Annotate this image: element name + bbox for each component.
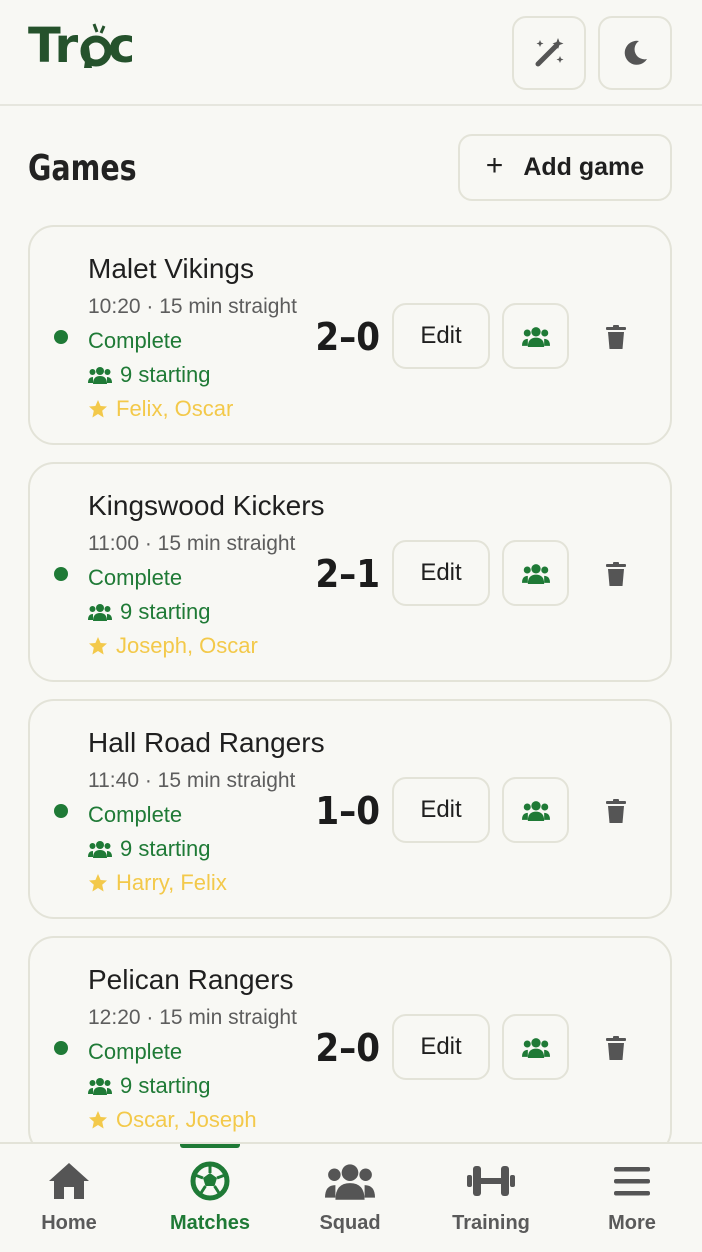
game-opponent: Malet Vikings bbox=[88, 253, 255, 284]
menu-icon bbox=[614, 1167, 650, 1196]
starting-label: 9 starting bbox=[120, 362, 211, 387]
nav-label: Home bbox=[41, 1212, 97, 1234]
starting-count: 9 starting bbox=[88, 362, 211, 388]
player-of-match: Joseph, Oscar bbox=[88, 633, 258, 659]
game-opponent: Hall Road Rangers bbox=[88, 727, 325, 758]
status-dot bbox=[54, 330, 68, 344]
users-icon bbox=[88, 1078, 112, 1095]
game-score: 1–0 bbox=[315, 789, 380, 833]
game-opponent: Kingswood Kickers bbox=[88, 490, 325, 521]
game-card[interactable]: Hall Road Rangers 11:40 · 15 min straigh… bbox=[28, 699, 672, 919]
lineup-button[interactable] bbox=[502, 303, 569, 369]
edit-button[interactable]: Edit bbox=[392, 777, 490, 843]
game-status: Complete bbox=[88, 1039, 183, 1064]
edit-button[interactable]: Edit bbox=[392, 540, 490, 606]
starting-label: 9 starting bbox=[120, 836, 211, 861]
delete-button[interactable] bbox=[594, 556, 638, 592]
page-title: Games bbox=[28, 148, 137, 189]
star-icon bbox=[89, 400, 107, 418]
app-logo[interactable]: Tr c bbox=[28, 18, 132, 74]
home-icon bbox=[49, 1163, 89, 1199]
nav-label: Squad bbox=[319, 1212, 381, 1234]
magic-wand-icon bbox=[535, 38, 564, 67]
nav-training[interactable]: Training bbox=[421, 1144, 561, 1252]
nav-more[interactable]: More bbox=[562, 1144, 702, 1252]
game-card[interactable]: Malet Vikings 10:20 · 15 min straight Co… bbox=[28, 225, 672, 445]
player-of-match: Felix, Oscar bbox=[88, 396, 233, 422]
game-status: Complete bbox=[88, 802, 183, 827]
users-icon bbox=[521, 563, 550, 584]
nav-home[interactable]: Home bbox=[0, 1144, 139, 1252]
stars-label: Joseph, Oscar bbox=[116, 633, 258, 658]
nav-squad[interactable]: Squad bbox=[280, 1144, 420, 1252]
status-dot bbox=[54, 804, 68, 818]
lineup-button[interactable] bbox=[502, 540, 569, 606]
users-icon bbox=[88, 604, 112, 621]
magic-button[interactable] bbox=[512, 16, 586, 90]
star-icon bbox=[89, 637, 107, 655]
game-meta: 11:40 · 15 min straight bbox=[88, 769, 296, 792]
theme-toggle-button[interactable] bbox=[598, 16, 672, 90]
moon-icon bbox=[624, 40, 647, 65]
dumbbell-icon bbox=[467, 1166, 515, 1196]
game-score: 2–1 bbox=[315, 552, 380, 596]
svg-text:c: c bbox=[108, 18, 132, 74]
starting-count: 9 starting bbox=[88, 836, 211, 862]
bottom-nav: Home Matches Squad Training More bbox=[0, 1142, 702, 1252]
nav-matches[interactable]: Matches bbox=[140, 1144, 280, 1252]
nav-label: Matches bbox=[169, 1212, 251, 1234]
users-icon bbox=[521, 326, 550, 347]
delete-button[interactable] bbox=[594, 793, 638, 829]
stars-label: Harry, Felix bbox=[116, 870, 227, 895]
status-dot bbox=[54, 1041, 68, 1055]
football-icon bbox=[190, 1161, 230, 1201]
starting-label: 9 starting bbox=[120, 1073, 211, 1098]
add-game-label: Add game bbox=[523, 153, 645, 181]
status-dot bbox=[54, 567, 68, 581]
trash-icon bbox=[606, 562, 626, 586]
game-score: 2–0 bbox=[315, 1026, 380, 1070]
star-icon bbox=[89, 1111, 107, 1129]
users-icon bbox=[88, 367, 112, 384]
game-card[interactable]: Kingswood Kickers 11:00 · 15 min straigh… bbox=[28, 462, 672, 682]
svg-text:Tr: Tr bbox=[28, 18, 78, 74]
game-opponent: Pelican Rangers bbox=[88, 964, 294, 995]
starting-label: 9 starting bbox=[120, 599, 211, 624]
trash-icon bbox=[606, 1036, 626, 1060]
nav-label: More bbox=[608, 1212, 656, 1234]
users-icon bbox=[521, 800, 550, 821]
edit-button[interactable]: Edit bbox=[392, 303, 490, 369]
users-icon bbox=[325, 1164, 375, 1200]
nav-label: Training bbox=[452, 1212, 530, 1234]
stars-label: Felix, Oscar bbox=[116, 396, 234, 421]
logo-mark: Tr c bbox=[28, 18, 132, 74]
starting-count: 9 starting bbox=[88, 1073, 211, 1099]
game-card[interactable]: Pelican Rangers 12:20 · 15 min straight … bbox=[28, 936, 672, 1156]
delete-button[interactable] bbox=[594, 319, 638, 355]
users-icon bbox=[521, 1037, 550, 1058]
player-of-match: Oscar, Joseph bbox=[88, 1107, 257, 1133]
lineup-button[interactable] bbox=[502, 777, 569, 843]
player-of-match: Harry, Felix bbox=[88, 870, 227, 896]
game-meta: 11:00 · 15 min straight bbox=[88, 532, 296, 555]
game-score: 2–0 bbox=[315, 315, 380, 359]
edit-button[interactable]: Edit bbox=[392, 1014, 490, 1080]
game-status: Complete bbox=[88, 328, 183, 353]
lineup-button[interactable] bbox=[502, 1014, 569, 1080]
star-icon bbox=[89, 874, 107, 892]
game-meta: 12:20 · 15 min straight bbox=[88, 1006, 297, 1029]
top-bar: Tr c bbox=[0, 0, 702, 106]
app-root: Tr c Games + Add game Malet Vikings 10:2… bbox=[0, 0, 702, 1252]
plus-icon: + bbox=[485, 149, 504, 182]
users-icon bbox=[88, 841, 112, 858]
delete-button[interactable] bbox=[594, 1030, 638, 1066]
starting-count: 9 starting bbox=[88, 599, 211, 625]
trash-icon bbox=[606, 799, 626, 823]
trash-icon bbox=[606, 325, 626, 349]
add-game-button[interactable]: + Add game bbox=[458, 134, 672, 201]
game-meta: 10:20 · 15 min straight bbox=[88, 295, 297, 318]
stars-label: Oscar, Joseph bbox=[116, 1107, 257, 1132]
game-status: Complete bbox=[88, 565, 183, 590]
